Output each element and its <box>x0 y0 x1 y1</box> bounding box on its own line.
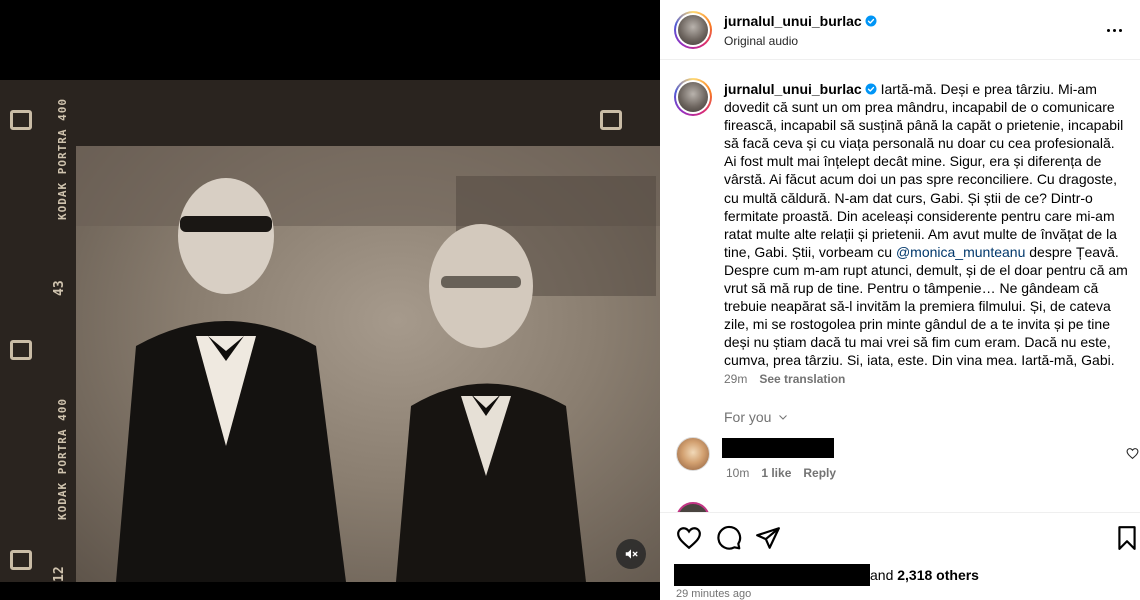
post-caption: jurnalul_unui_burlac Iartă-mă. Deși e pr… <box>724 80 1130 370</box>
post-timestamp[interactable]: 29 minutes ago <box>676 588 751 600</box>
more-options-icon <box>1106 28 1110 32</box>
film-frame-number: 43 <box>52 280 67 296</box>
film-brand-label: KODAK PORTRA 400 <box>56 98 69 220</box>
post-media[interactable]: KODAK PORTRA 400 KODAK PORTRA 400 43 12 … <box>0 0 660 600</box>
film-perforation <box>600 110 622 130</box>
for-you-label: For you <box>724 409 772 425</box>
paper-plane-icon[interactable] <box>755 525 781 551</box>
likes-suffix: others <box>932 567 979 583</box>
author-avatar[interactable] <box>674 11 712 49</box>
bookmark-icon[interactable] <box>1114 525 1140 551</box>
commenter-avatar[interactable] <box>676 437 710 471</box>
mute-toggle-button[interactable] <box>616 539 646 569</box>
for-you-toggle[interactable]: For you <box>724 409 789 425</box>
verified-badge-icon <box>865 83 877 95</box>
mention-link[interactable]: @monica_munteanu <box>896 244 1025 260</box>
two-men-in-tuxedos-image <box>76 146 660 582</box>
video-frame[interactable]: KODAK PORTRA 400 KODAK PORTRA 400 43 12 … <box>0 80 660 582</box>
caption-text: Iartă-mă. Deși e prea târziu. Mi-am dove… <box>724 81 1124 260</box>
film-strip-top <box>76 80 660 146</box>
caption-author-avatar[interactable] <box>674 78 712 116</box>
likes-summary[interactable]: and 2,318 others <box>870 567 979 583</box>
post-panel: jurnalul_unui_burlac Original audio jurn… <box>660 0 1140 600</box>
likes-count: 2,318 <box>897 567 933 583</box>
more-options-button[interactable] <box>1102 20 1126 40</box>
caption-username[interactable]: jurnalul_unui_burlac <box>724 81 862 97</box>
comment-bubble-icon[interactable] <box>716 525 742 551</box>
caption-text: despre Țeavă. Despre cum m-am rupt atunc… <box>724 243 1128 369</box>
next-comment-partial <box>660 502 1140 512</box>
verified-badge-icon <box>865 15 877 27</box>
redacted-liker-name <box>674 564 870 586</box>
post-header: jurnalul_unui_burlac Original audio <box>660 0 1140 60</box>
comment-likes[interactable]: 1 like <box>761 466 791 480</box>
comment-meta: 10m 1 like Reply <box>726 466 848 480</box>
reply-button[interactable]: Reply <box>803 466 836 480</box>
film-perforation <box>10 110 32 130</box>
film-perforation <box>10 340 32 360</box>
film-perforation <box>10 550 32 570</box>
chevron-down-icon <box>779 415 788 420</box>
video-still <box>76 146 660 582</box>
heart-icon[interactable] <box>1126 447 1139 460</box>
post-age: 29m <box>724 372 748 386</box>
heart-icon[interactable] <box>676 525 702 551</box>
film-frame-number: 12 <box>52 566 67 582</box>
comment-age: 10m <box>726 466 750 480</box>
caption-meta: 29m See translation <box>724 372 845 386</box>
see-translation-button[interactable]: See translation <box>759 372 845 386</box>
likes-prefix: and <box>870 567 898 583</box>
muted-speaker-icon <box>625 549 638 559</box>
film-brand-label: KODAK PORTRA 400 <box>56 398 69 520</box>
audio-label[interactable]: Original audio <box>724 34 877 48</box>
action-bar <box>660 512 1140 562</box>
redacted-comment-author <box>722 438 834 458</box>
author-username[interactable]: jurnalul_unui_burlac <box>724 13 862 29</box>
